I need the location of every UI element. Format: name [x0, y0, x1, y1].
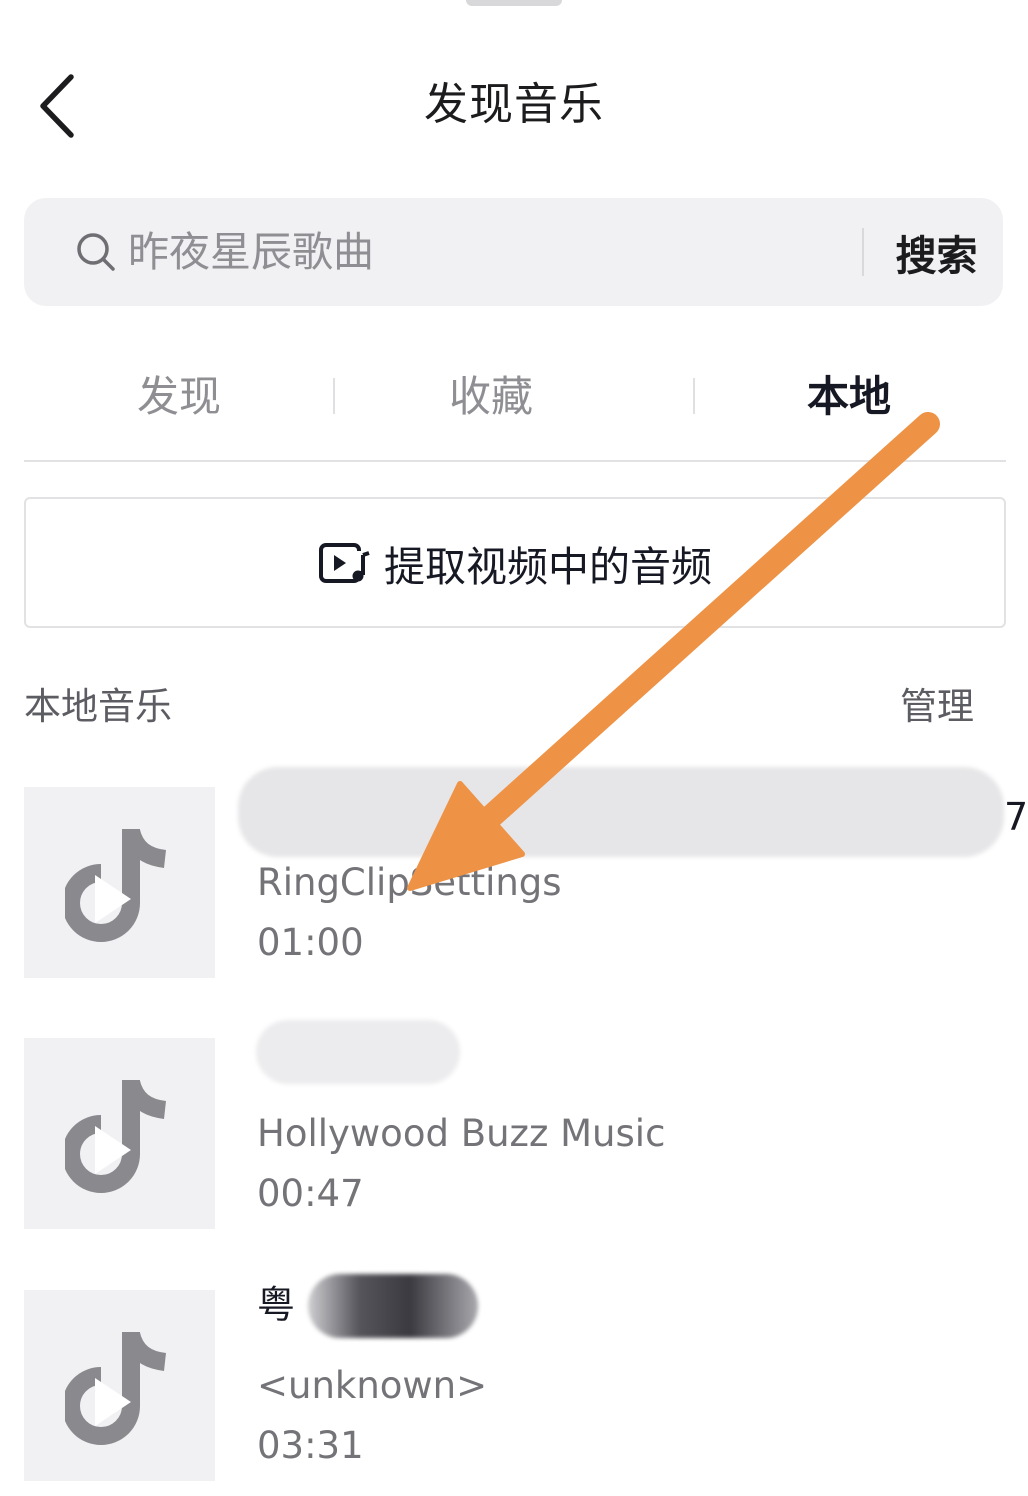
- tiktok-logo-icon: [64, 1078, 166, 1193]
- track-cover: [24, 1038, 215, 1229]
- music-page: 发现音乐 搜索 发现 收藏 本地 提取视频中的音频: [0, 0, 1028, 1496]
- track-item[interactable]: Hollywood Buzz Music 00:47: [24, 1020, 1028, 1230]
- extract-audio-label: 提取视频中的音频: [384, 542, 712, 591]
- track-item[interactable]: 7 RingClipSettings 01:00: [24, 767, 1028, 979]
- tiktok-logo-icon: [64, 827, 166, 942]
- tab-separator: [333, 378, 335, 414]
- tiktok-logo-icon: [64, 1330, 166, 1445]
- track-duration: 00:47: [257, 1172, 364, 1215]
- tab-separator: [693, 378, 695, 414]
- tab-favorites[interactable]: 收藏: [376, 340, 606, 454]
- page-title: 发现音乐: [424, 79, 604, 130]
- header: 发现音乐: [0, 50, 1028, 160]
- search-divider: [862, 228, 864, 276]
- track-artist: Hollywood Buzz Music: [257, 1112, 666, 1155]
- sheet-handle[interactable]: [466, 0, 562, 6]
- track-artist: RingClipSettings: [257, 861, 562, 904]
- track-title: 7: [1004, 795, 1028, 839]
- extract-audio-button[interactable]: 提取视频中的音频: [24, 497, 1006, 628]
- track-duration: 03:31: [257, 1424, 364, 1467]
- redaction-mask: [256, 1020, 460, 1084]
- track-duration: 01:00: [257, 921, 364, 964]
- track-cover: [24, 787, 215, 978]
- search-icon: [77, 233, 115, 271]
- search-bar: 搜索: [24, 198, 1003, 306]
- back-button[interactable]: [22, 66, 92, 146]
- track-item[interactable]: 粤 <unknown> 03:31: [24, 1274, 1028, 1482]
- video-music-icon: [319, 542, 370, 583]
- tab-local[interactable]: 本地: [734, 340, 964, 454]
- chevron-left-icon: [40, 74, 74, 138]
- redaction-mask: [238, 767, 1004, 857]
- search-input[interactable]: [128, 216, 828, 288]
- tab-bar: 发现 收藏 本地: [24, 340, 1006, 462]
- track-cover: [24, 1290, 215, 1481]
- manage-button[interactable]: 管理: [900, 676, 974, 730]
- local-music-title: 本地音乐: [24, 685, 172, 728]
- redaction-mask: [308, 1274, 478, 1338]
- tab-discover[interactable]: 发现: [64, 340, 294, 454]
- track-title: 粤: [257, 1283, 296, 1327]
- track-artist: <unknown>: [257, 1364, 488, 1407]
- search-button[interactable]: 搜索: [870, 198, 1003, 306]
